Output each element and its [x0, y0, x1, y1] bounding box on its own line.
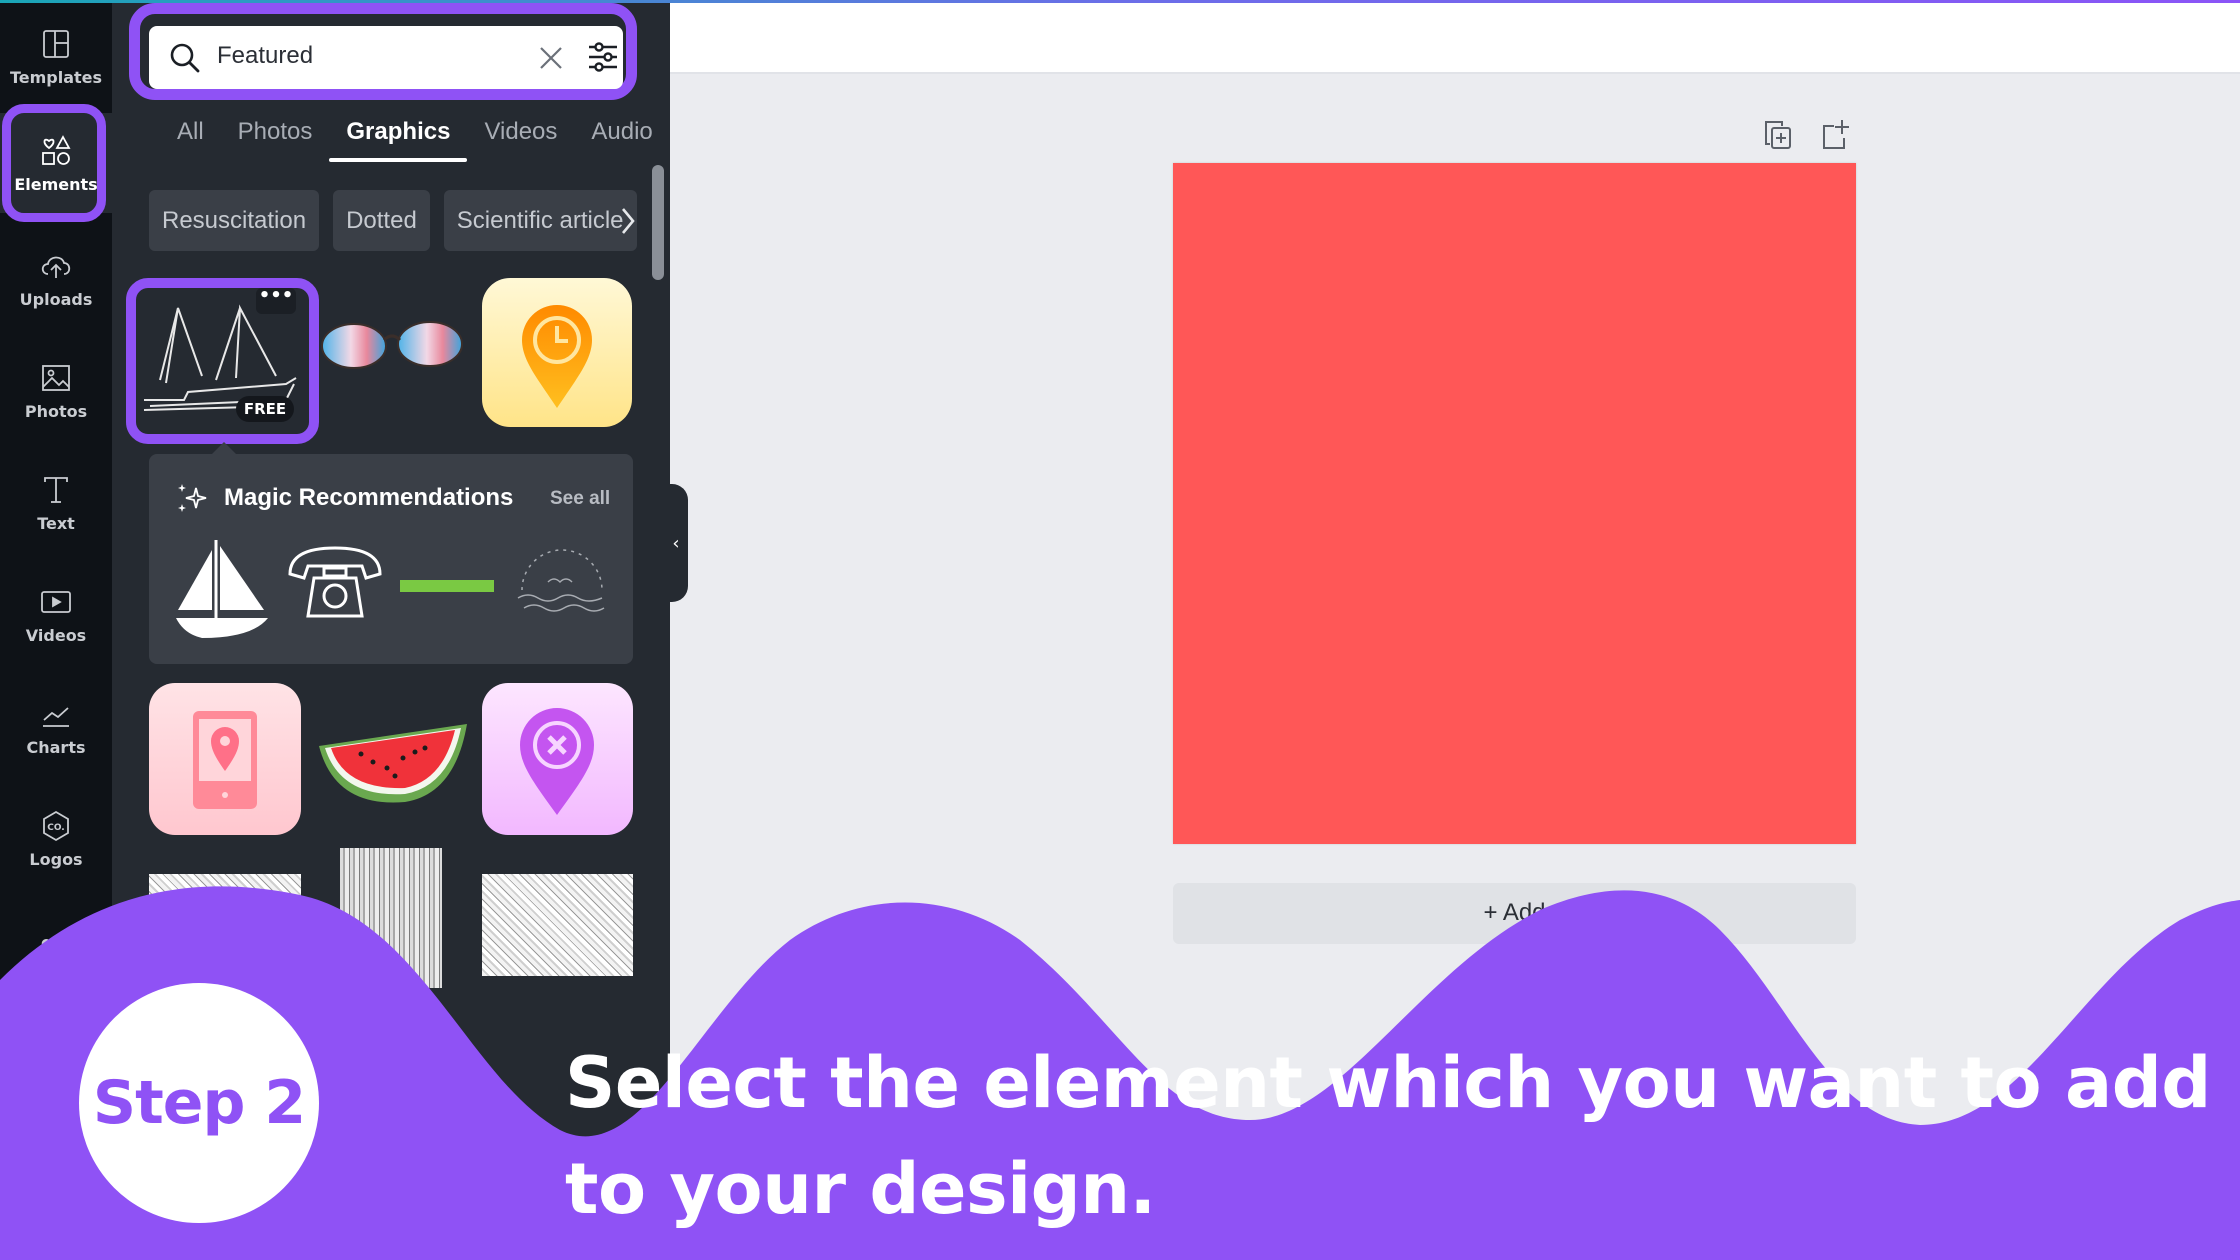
sparkle-icon	[178, 484, 207, 512]
grid-item-phone-location-pin[interactable]	[149, 683, 301, 835]
tab-videos[interactable]: Videos	[467, 112, 574, 160]
nav-label: Photos	[24, 401, 88, 421]
tab-audio[interactable]: Audio	[574, 112, 669, 160]
duplicate-page-icon[interactable]	[1762, 118, 1794, 152]
grid-item-watermelon[interactable]	[315, 718, 471, 808]
elements-highlight-ring	[2, 104, 106, 222]
nav-item-videos[interactable]: Videos	[0, 564, 112, 664]
nav-item-logos[interactable]: CO. Logos	[0, 788, 112, 888]
clear-search-icon[interactable]	[537, 44, 565, 72]
search-bar[interactable]: Featured	[149, 26, 623, 89]
filter-settings-icon[interactable]	[587, 40, 619, 74]
step-number: Step 2	[92, 1068, 306, 1138]
see-all-link[interactable]: See all	[550, 488, 610, 510]
nav-label: Templates	[9, 67, 103, 87]
line-chart-icon	[43, 706, 69, 727]
chevron-right-icon[interactable]	[618, 205, 638, 237]
rec-item-sunset-birds[interactable]	[508, 534, 614, 644]
clock-pin-icon	[522, 305, 592, 408]
nav-label: Text	[37, 513, 75, 533]
svg-text:CO.: CO.	[47, 823, 64, 833]
rec-item-sailboat[interactable]	[172, 534, 272, 644]
video-play-icon	[41, 590, 71, 613]
design-page[interactable]	[1173, 163, 1856, 844]
step-badge: Step 2	[79, 983, 319, 1223]
search-input[interactable]: Featured	[217, 42, 313, 70]
grid-item-cancel-location-pin[interactable]	[482, 683, 633, 835]
more-options-button[interactable]: •••	[256, 287, 296, 314]
free-badge: FREE	[236, 396, 294, 422]
text-icon	[44, 476, 68, 503]
instruction-text: Select the element which you want to add…	[565, 1042, 2211, 1230]
panel-scrollbar[interactable]	[652, 165, 664, 280]
nav-label: Uploads	[19, 289, 93, 309]
top-accent-line	[0, 0, 2240, 3]
nav-item-templates[interactable]: Templates	[0, 6, 112, 106]
tab-graphics[interactable]: Graphics	[329, 112, 468, 162]
grid-item-watercolor-glasses[interactable]	[320, 310, 465, 380]
grid-item-clock-location-pin[interactable]	[482, 278, 632, 427]
nav-label: Logos	[29, 849, 83, 869]
logo-badge-icon: CO.	[43, 810, 69, 841]
tab-photos[interactable]: Photos	[221, 112, 330, 160]
phone-pin-icon	[193, 711, 257, 809]
chip-resuscitation[interactable]: Resuscitation	[149, 190, 320, 251]
templates-icon	[43, 29, 69, 58]
chip-dotted[interactable]: Dotted	[333, 190, 430, 251]
nav-item-text[interactable]: Text	[0, 452, 112, 552]
nav-item-uploads[interactable]: Uploads	[0, 228, 112, 328]
category-tabs: All Photos Graphics Videos Audio	[160, 112, 670, 164]
nav-label: Charts	[26, 737, 86, 757]
image-icon	[42, 364, 70, 391]
collapse-panel-button[interactable]: ‹	[664, 484, 688, 602]
chevron-left-icon: ‹	[672, 532, 680, 554]
tutorial-frame: Templates Elements Uploads Photos Text V…	[0, 0, 2240, 1260]
nav-item-photos[interactable]: Photos	[0, 340, 112, 440]
rec-item-telephone[interactable]	[284, 534, 386, 644]
nav-item-charts[interactable]: Charts	[0, 676, 112, 776]
upload-cloud-icon	[41, 256, 71, 278]
search-icon	[170, 43, 200, 73]
tab-all[interactable]: All	[160, 112, 221, 160]
cancel-pin-icon	[520, 708, 594, 815]
chip-scientific-article[interactable]: Scientific article	[443, 190, 637, 251]
editor-header	[670, 3, 2240, 74]
rec-item-green-line[interactable]	[398, 534, 496, 644]
add-page-icon[interactable]	[1818, 118, 1850, 152]
magic-recommendations-title: Magic Recommendations	[224, 484, 514, 511]
nav-label: Videos	[25, 625, 87, 645]
suggestion-chips: Resuscitation Dotted Scientific article	[149, 190, 637, 251]
